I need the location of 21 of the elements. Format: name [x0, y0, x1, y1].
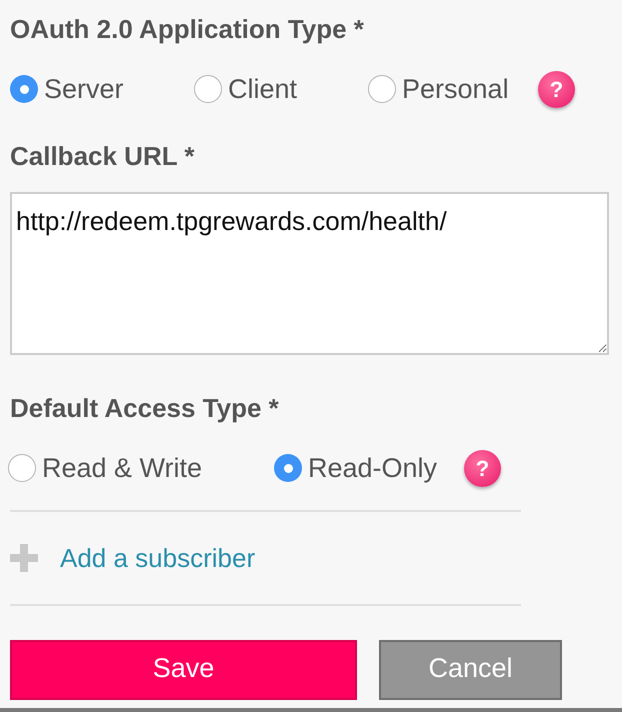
radio-label: Read & Write: [42, 452, 202, 485]
radio-button[interactable]: [368, 75, 396, 103]
radio-option[interactable]: Read & Write: [8, 448, 274, 488]
plus-icon: [10, 544, 38, 572]
radio-label: Read-Only: [308, 452, 438, 485]
save-button[interactable]: Save: [10, 640, 357, 700]
radio-label: Personal: [402, 72, 509, 106]
radio-button[interactable]: [10, 75, 38, 103]
radio-option[interactable]: Client: [194, 68, 368, 110]
radio-option[interactable]: Read-Only: [274, 448, 464, 488]
field-heading: OAuth 2.0 Application Type *: [10, 13, 365, 46]
callback-url-field[interactable]: http://redeem.tpgrewards.com/health/: [10, 192, 609, 355]
field-heading: Default Access Type *: [10, 392, 280, 425]
radio-button[interactable]: [274, 454, 302, 482]
field-heading: Callback URL *: [10, 140, 196, 173]
radio-label: Server: [44, 72, 124, 106]
radio-option[interactable]: Personal: [368, 68, 538, 110]
radio-label: Client: [228, 72, 298, 106]
radio-button[interactable]: [194, 75, 222, 103]
radio-button[interactable]: [8, 454, 36, 482]
radio-option[interactable]: Server: [10, 68, 194, 110]
